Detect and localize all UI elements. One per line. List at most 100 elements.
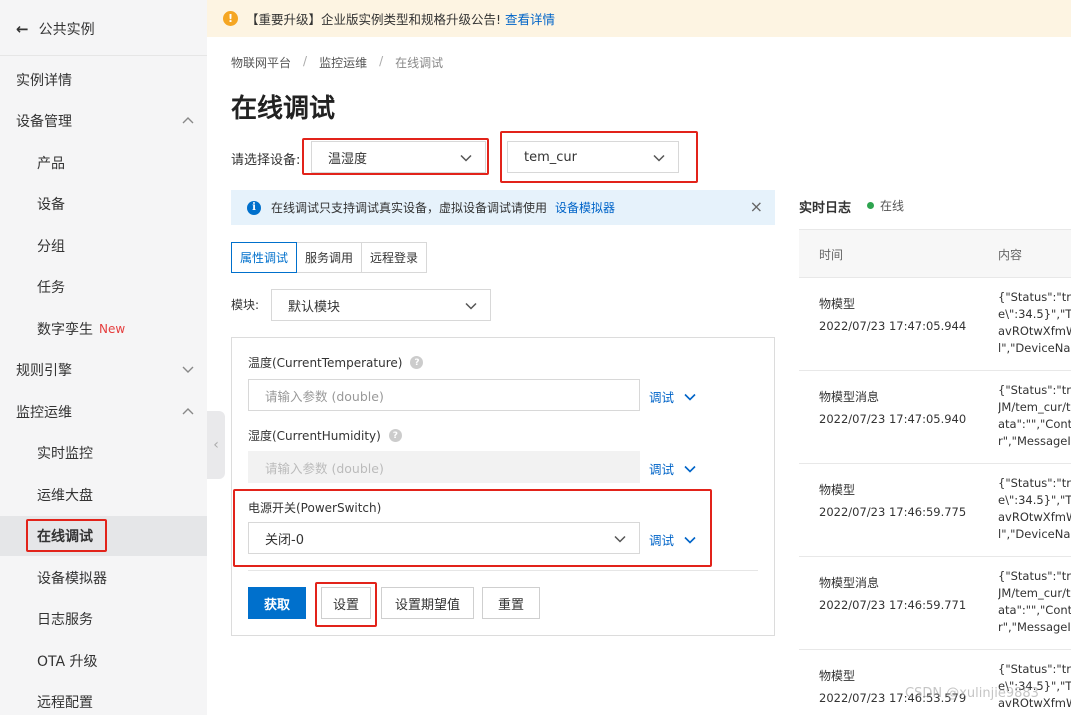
warning-icon: !: [223, 11, 238, 26]
module-select-value: 默认模块: [288, 299, 341, 315]
product-select[interactable]: 温湿度: [311, 141, 486, 173]
sidebar-item-group[interactable]: 分组: [0, 226, 207, 266]
arrow-left-icon: ←: [16, 20, 29, 38]
sidebar-item-label: 实时监控: [37, 446, 93, 462]
log-status: 在线: [867, 197, 904, 214]
chevron-down-icon: [653, 154, 665, 162]
sidebar-item-task[interactable]: 任务: [0, 267, 207, 307]
sidebar-item-remote-config[interactable]: 远程配置: [0, 682, 207, 722]
reset-button[interactable]: 重置: [482, 587, 540, 619]
chevron-up-icon: [182, 408, 194, 415]
notice-details-link[interactable]: 查看详情: [505, 9, 555, 28]
log-content: {"Status":"true e\":34.5}","Tim avROtwXf…: [998, 290, 1071, 355]
set-desired-button[interactable]: 设置期望值: [381, 587, 474, 619]
chevron-down-icon: [465, 302, 477, 310]
new-badge: New: [99, 322, 126, 336]
input-placeholder: 请输入参数 (double): [265, 388, 384, 404]
sidebar-collapse-handle[interactable]: ‹: [207, 411, 225, 479]
sidebar-item-device-management[interactable]: 设备管理: [0, 101, 207, 141]
sidebar-divider: [0, 55, 207, 56]
sidebar-item-label: 产品: [37, 156, 65, 172]
sidebar-item-label: 远程配置: [37, 695, 93, 711]
set-button[interactable]: 设置: [321, 587, 371, 619]
back-label: 公共实例: [38, 22, 95, 38]
tab-property-debug[interactable]: 属性调试: [231, 242, 298, 273]
help-icon[interactable]: ?: [410, 356, 424, 369]
get-button[interactable]: 获取: [248, 587, 306, 619]
online-dot-icon: [867, 202, 874, 209]
debug-humidity-button[interactable]: 调试: [649, 459, 696, 478]
input-placeholder: 请输入参数 (double): [265, 460, 384, 476]
log-row[interactable]: 物模型消息 2022/07/23 17:46:59.771 {"Status":…: [799, 557, 1071, 650]
log-type: 物模型: [819, 297, 856, 311]
power-switch-value: 关闭-0: [265, 532, 304, 548]
module-select[interactable]: 默认模块: [271, 289, 491, 321]
property-label-power-switch: 电源开关(PowerSwitch): [248, 499, 381, 516]
debug-power-switch-button[interactable]: 调试: [649, 530, 696, 549]
sidebar-item-device[interactable]: 设备: [0, 184, 207, 224]
device-select[interactable]: tem_cur: [507, 141, 679, 173]
log-type: 物模型: [819, 483, 856, 497]
sidebar-item-rule-engine[interactable]: 规则引擎: [0, 350, 207, 390]
debug-label: 调试: [649, 533, 675, 548]
debug-tabs: 属性调试 服务调用 远程登录: [231, 242, 428, 273]
log-table: 时间 内容 物模型 2022/07/23 17:47:05.944 {"Stat…: [799, 229, 1071, 715]
sidebar-item-product[interactable]: 产品: [0, 143, 207, 183]
sidebar-item-log-service[interactable]: 日志服务: [0, 599, 207, 639]
column-header-time: 时间: [819, 248, 844, 262]
sidebar-item-realtime-monitor[interactable]: 实时监控: [0, 433, 207, 473]
temperature-input[interactable]: 请输入参数 (double): [248, 379, 640, 411]
debug-temperature-button[interactable]: 调试: [649, 387, 696, 406]
property-label-text: 湿度(CurrentHumidity): [248, 429, 381, 443]
breadcrumb-item[interactable]: 物联网平台: [231, 54, 291, 71]
info-icon: i: [247, 200, 261, 215]
sidebar-item-label: 数字孪生: [37, 322, 93, 338]
debug-label: 调试: [649, 462, 675, 477]
sidebar-item-label: OTA 升级: [37, 654, 98, 670]
chevron-down-icon: [460, 154, 472, 162]
log-row[interactable]: 物模型 2022/07/23 17:46:59.775 {"Status":"t…: [799, 464, 1071, 557]
sidebar-item-device-simulator[interactable]: 设备模拟器: [0, 558, 207, 598]
device-select-value: tem_cur: [524, 149, 577, 165]
log-content: {"Status":"true JM/tem_cur/t ata":"","Co…: [998, 569, 1071, 634]
log-status-text: 在线: [880, 199, 905, 213]
sidebar-item-instance-details[interactable]: 实例详情: [0, 60, 207, 100]
help-icon[interactable]: ?: [388, 429, 402, 442]
breadcrumb-current: 在线调试: [395, 56, 444, 70]
sidebar-item-monitoring-ops[interactable]: 监控运维: [0, 392, 207, 432]
tab-service-call[interactable]: 服务调用: [296, 242, 363, 273]
property-label-text: 电源开关(PowerSwitch): [248, 501, 382, 515]
info-text: 在线调试只支持调试真实设备，虚拟设备调试请使用: [271, 201, 548, 215]
device-simulator-link[interactable]: 设备模拟器: [555, 199, 615, 216]
sidebar-item-label: 设备模拟器: [37, 571, 107, 587]
sidebar-item-ops-dashboard[interactable]: 运维大盘: [0, 475, 207, 515]
breadcrumb-item[interactable]: 监控运维: [319, 54, 367, 71]
log-row[interactable]: 物模型 2022/07/23 17:46:53.579 {"Status":"t…: [799, 650, 1071, 715]
property-label-text: 温度(CurrentTemperature): [248, 356, 403, 370]
power-switch-select[interactable]: 关闭-0: [248, 522, 640, 554]
sidebar-item-label: 运维大盘: [37, 488, 93, 504]
chevron-down-icon: [182, 366, 194, 373]
sidebar-item-label: 规则引擎: [16, 363, 72, 379]
log-row[interactable]: 物模型消息 2022/07/23 17:47:05.940 {"Status":…: [799, 371, 1071, 464]
sidebar-item-digital-twin[interactable]: 数字孪生 New: [0, 309, 207, 349]
property-label-humidity: 湿度(CurrentHumidity) ?: [248, 427, 402, 444]
breadcrumb-separator: /: [303, 54, 308, 68]
chevron-left-icon: ‹: [213, 437, 219, 453]
log-type: 物模型: [819, 669, 856, 683]
chevron-down-icon: [684, 536, 696, 544]
info-bar: i 在线调试只支持调试真实设备，虚拟设备调试请使用 设备模拟器 ×: [231, 190, 775, 225]
chevron-down-icon: [614, 535, 626, 543]
log-content: {"Status":"true e\":34.5}","Tim avROtwXf…: [998, 476, 1071, 541]
tab-remote-login[interactable]: 远程登录: [361, 242, 428, 273]
notice-bar: ! 【重要升级】企业版实例类型和规格升级公告! 查看详情: [207, 0, 1071, 37]
back-to-instances[interactable]: ← 公共实例: [16, 18, 95, 40]
log-time: 2022/07/23 17:46:59.775: [819, 505, 967, 519]
log-row[interactable]: 物模型 2022/07/23 17:47:05.944 {"Status":"t…: [799, 278, 1071, 371]
sidebar-item-label: 设备: [37, 197, 65, 213]
close-icon[interactable]: ×: [750, 199, 763, 215]
log-time: 2022/07/23 17:47:05.944: [819, 319, 967, 333]
log-content: {"Status":"true JM/tem_cur/t ata":"","Co…: [998, 383, 1071, 448]
sidebar-item-ota-upgrade[interactable]: OTA 升级: [0, 641, 207, 681]
sidebar-item-label: 分组: [37, 239, 65, 255]
